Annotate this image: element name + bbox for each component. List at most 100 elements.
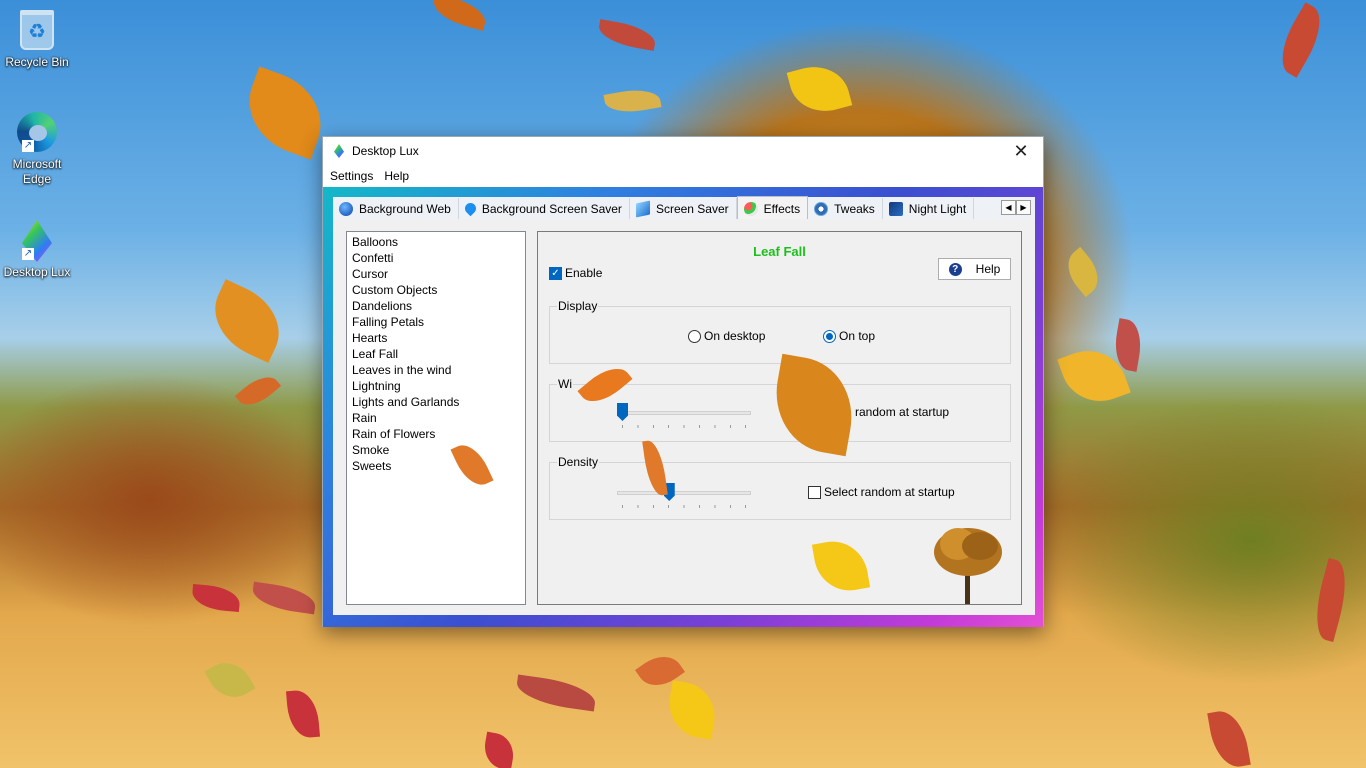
tab-label: Night Light — [908, 201, 967, 216]
tab-background-web[interactable]: Background Web — [333, 198, 459, 219]
enable-label: Enable — [565, 266, 603, 280]
list-item[interactable]: Confetti — [352, 250, 525, 266]
tab-label: Screen Saver — [655, 201, 729, 216]
density-random-label: Select random at startup — [824, 485, 955, 499]
desktop-icon-microsoft-edge[interactable]: ↗ Microsoft Edge — [1, 112, 73, 187]
help-label: Help — [975, 262, 1001, 276]
desktop-icon-desktop-lux[interactable]: ↗ Desktop Lux — [1, 220, 73, 280]
monitor-icon — [635, 200, 650, 217]
desktop-icon-recycle-bin[interactable]: ♻ Recycle Bin — [1, 10, 73, 70]
list-item[interactable]: Leaves in the wind — [352, 362, 525, 378]
content-area: Background Web Background Screen Saver S… — [323, 187, 1043, 627]
maple-leaf-icon — [514, 674, 598, 712]
tab-label: Background Screen Saver — [481, 201, 622, 216]
checkbox-icon — [808, 485, 821, 499]
leaf-icon — [1058, 246, 1108, 298]
tab-screen-saver[interactable]: Screen Saver — [629, 198, 737, 219]
effects-list[interactable]: Balloons Confetti Cursor Custom Objects … — [346, 231, 526, 605]
tab-tweaks[interactable]: Tweaks — [808, 198, 883, 219]
density-group: Density Select random at startup — [549, 455, 1011, 520]
list-item[interactable]: Custom Objects — [352, 282, 525, 298]
maple-leaf-icon — [663, 680, 721, 740]
tab-scroll-arrows: ◀ ▶ — [1001, 200, 1031, 215]
tab-label: Effects — [763, 201, 801, 216]
radio-label: On desktop — [704, 329, 766, 343]
gear-icon — [814, 201, 829, 216]
desktop-lux-window: Desktop Lux ✕ Settings Help Background W… — [322, 136, 1044, 627]
leaf-icon — [191, 583, 241, 613]
window-title: Desktop Lux — [352, 144, 419, 158]
close-button[interactable]: ✕ — [999, 137, 1043, 165]
on-top-radio[interactable]: On top — [823, 329, 875, 343]
maple-leaf-icon — [1207, 707, 1251, 768]
menu-bar: Settings Help — [323, 165, 1043, 186]
tree-icon — [934, 528, 1002, 604]
shortcut-arrow-icon: ↗ — [22, 248, 34, 260]
tab-scroll-right-button[interactable]: ▶ — [1016, 200, 1031, 215]
maple-leaf-icon — [429, 0, 490, 31]
effect-settings: Leaf Fall ✓ Enable ? Help Display On des… — [537, 231, 1022, 605]
tab-effects[interactable]: Effects — [736, 196, 809, 220]
maple-leaf-icon — [250, 581, 318, 615]
radio-icon — [688, 329, 701, 343]
density-random-checkbox[interactable]: Select random at startup — [808, 485, 955, 499]
list-item[interactable]: Lights and Garlands — [352, 394, 525, 410]
wind-slider[interactable] — [617, 403, 751, 433]
list-item[interactable]: Sweets — [352, 458, 525, 474]
maple-leaf-icon — [811, 536, 871, 596]
maple-leaf-icon — [1308, 557, 1354, 643]
list-item[interactable]: Leaf Fall — [352, 346, 525, 362]
list-item[interactable]: Rain of Flowers — [352, 426, 525, 442]
list-item[interactable]: Dandelions — [352, 298, 525, 314]
slider-ticks — [622, 505, 746, 508]
recycle-bin-icon: ♻ — [20, 10, 54, 50]
maple-leaf-icon — [1270, 2, 1332, 78]
leaf-icon — [285, 688, 321, 740]
tab-background-screen-saver[interactable]: Background Screen Saver — [458, 198, 630, 219]
night-icon — [888, 201, 903, 216]
list-item[interactable]: Balloons — [352, 234, 525, 250]
leaf-icon — [481, 731, 517, 768]
maple-leaf-icon — [235, 66, 335, 160]
slider-track — [617, 411, 751, 415]
effect-title: Leaf Fall — [753, 244, 806, 259]
slider-ticks — [622, 425, 746, 428]
help-icon: ? — [948, 262, 962, 276]
leaf-icon — [204, 653, 256, 707]
list-item[interactable]: Falling Petals — [352, 314, 525, 330]
list-item[interactable]: Rain — [352, 410, 525, 426]
radio-selected-icon — [823, 329, 836, 343]
on-desktop-radio[interactable]: On desktop — [688, 329, 765, 343]
wind-random-label: random at startup — [855, 405, 950, 419]
density-slider[interactable] — [617, 483, 751, 513]
shortcut-arrow-icon: ↗ — [22, 140, 34, 152]
maple-leaf-icon — [201, 279, 293, 363]
maple-leaf-icon — [786, 58, 853, 120]
list-item[interactable]: Lightning — [352, 378, 525, 394]
title-bar: Desktop Lux ✕ — [323, 137, 1043, 165]
display-group: Display On desktop On top — [549, 299, 1011, 364]
balloons-icon — [743, 201, 758, 216]
slider-thumb[interactable] — [617, 403, 628, 421]
tab-bar: Background Web Background Screen Saver S… — [333, 196, 1035, 220]
desktop-lux-app-icon — [334, 144, 344, 158]
display-label: Display — [557, 299, 599, 313]
leaf-icon — [603, 85, 662, 117]
list-item[interactable]: Smoke — [352, 442, 525, 458]
tab-night-light[interactable]: Night Light — [882, 198, 975, 219]
tab-scroll-left-button[interactable]: ◀ — [1001, 200, 1016, 215]
slider-track — [617, 491, 751, 495]
density-label: Density — [557, 455, 600, 469]
list-item[interactable]: Cursor — [352, 266, 525, 282]
menu-help[interactable]: Help — [383, 169, 415, 183]
list-item[interactable]: Hearts — [352, 330, 525, 346]
maple-leaf-icon — [596, 19, 658, 51]
radio-label: On top — [839, 329, 876, 343]
tab-label: Tweaks — [834, 201, 875, 216]
desktop-icon-label: Microsoft Edge — [12, 157, 62, 186]
desktop-icon-label: Recycle Bin — [5, 55, 69, 69]
help-button[interactable]: ? Help — [938, 258, 1011, 280]
checkbox-icon: ✓ — [549, 266, 562, 280]
enable-checkbox[interactable]: ✓ Enable — [549, 266, 602, 280]
menu-settings[interactable]: Settings — [329, 169, 379, 183]
